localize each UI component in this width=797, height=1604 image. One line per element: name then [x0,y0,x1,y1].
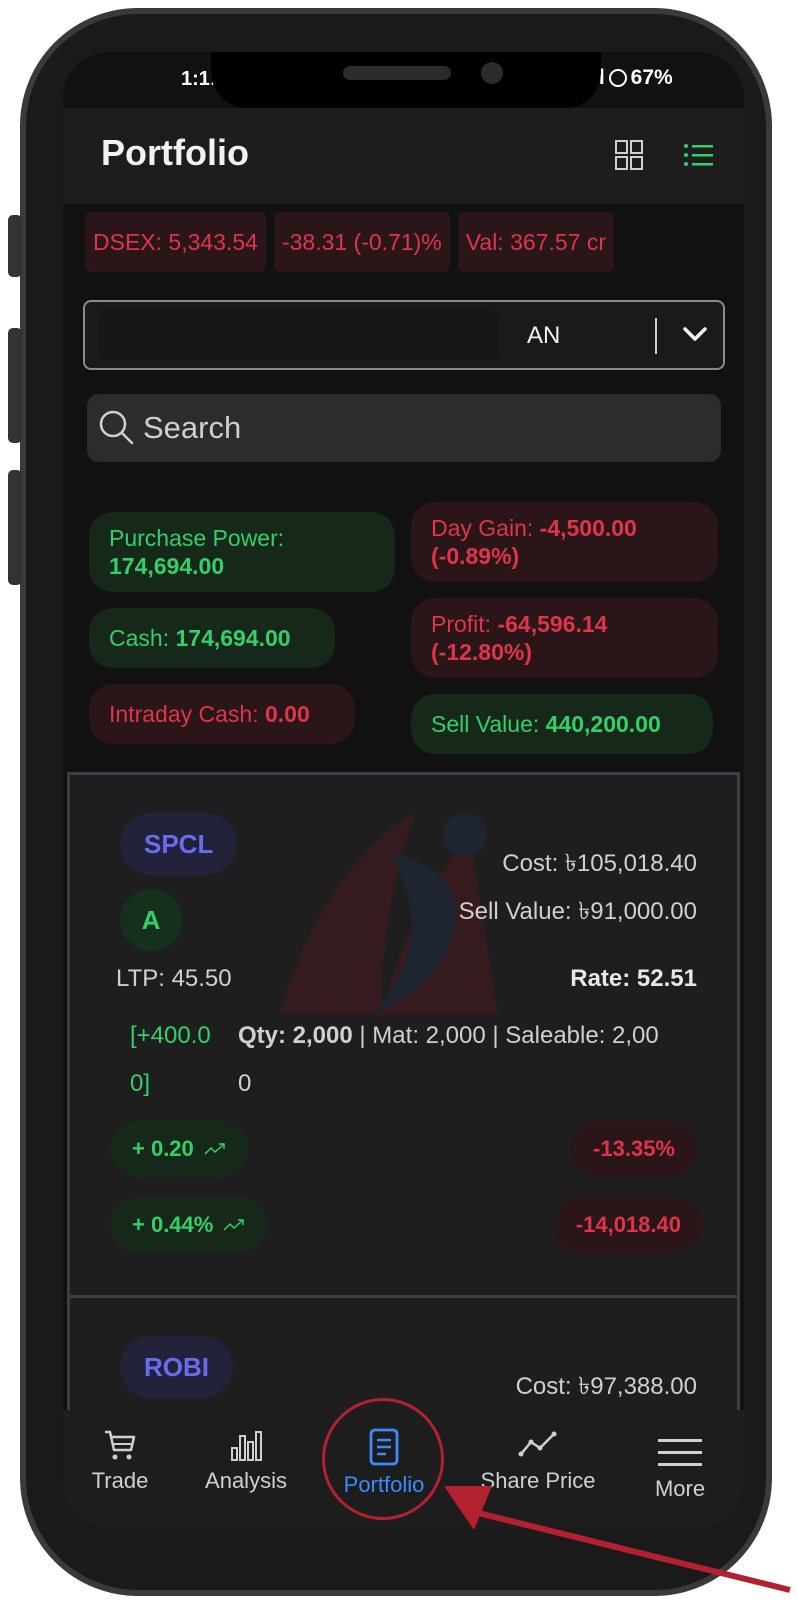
app-header: Portfolio [63,108,744,204]
day-gain-value: -4,500.00 [539,515,637,541]
sell-value-label: Sell Value: [431,711,540,737]
sell-value-value: 440,200.00 [545,711,661,737]
holding-gain: [+400.0 [130,1022,211,1049]
holding-quantity: Qty: 2,000 | Mat: 2,000 | Saleable: 2,00 [238,1022,659,1050]
speaker [343,66,451,80]
annotation-arrow [444,1486,791,1593]
dropdown-divider [655,318,657,354]
side-button [8,215,22,277]
holding-rate: Rate: 52.51 [570,965,697,992]
symbol-badge: ROBI [120,1336,233,1398]
loss-abs-pill: -14,018.40 [553,1197,703,1253]
qty-details: | Mat: 2,000 | Saleable: 2,00 [359,1022,659,1049]
symbol-badge: SPCL [120,813,238,875]
holding-ltp: LTP: 45.50 [116,965,232,992]
change-abs: + 0.20 [132,1136,194,1161]
battery-level: 67% [630,66,673,89]
cash-value: 174,694.00 [175,625,291,651]
change-abs-pill: + 0.20 [110,1121,248,1177]
side-button [8,328,22,443]
nav-label-trade: Trade [91,1468,149,1493]
intraday-cash-value: 0.00 [264,701,310,727]
day-gain-chip: Day Gain: -4,500.00 (-0.89%) [411,502,718,582]
holding-cost: Cost: ৳105,018.40 [502,850,697,877]
list-view-icon[interactable] [683,142,713,168]
profit-value: -64,596.14 [497,611,608,637]
profit-pct: (-12.80%) [431,639,532,665]
day-gain-label: Day Gain: [431,515,534,541]
change-pct: + 0.44% [132,1212,214,1237]
cart-icon [105,1430,136,1460]
cash-chip: Cash: 174,694.00 [89,608,335,668]
purchase-power-label: Purchase Power: [109,525,285,551]
change-pct-pill: + 0.44% [110,1197,268,1253]
index-ticker: DSEX: 5,343.54 [85,212,266,272]
side-button [8,470,22,585]
nav-label-analysis: Analysis [205,1468,287,1493]
bar-chart-icon [231,1431,262,1461]
qty-label: Qty: 2,000 [238,1022,353,1049]
sell-value-chip: Sell Value: 440,200.00 [411,694,713,754]
holding-cost: Cost: ৳97,388.00 [515,1373,697,1400]
notch [211,52,601,108]
account-dropdown[interactable]: AN [83,300,725,370]
chevron-down-icon[interactable] [681,318,709,350]
page-title: Portfolio [101,132,249,173]
annotation-circle [322,1398,444,1520]
profit-label: Profit: [431,611,492,637]
loss-pct-pill: -13.35% [571,1121,697,1177]
trending-up-icon [223,1219,245,1231]
profit-chip: Profit: -64,596.14 (-12.80%) [411,598,718,678]
search-placeholder: Search [143,410,242,445]
search-input[interactable]: Search [87,394,721,462]
qty-details-cont: 0 [238,1070,252,1097]
battery-icon [608,69,627,87]
camera [481,62,503,84]
nav-item-analysis[interactable]: Analysis [181,1428,311,1494]
grid-view-icon[interactable] [615,140,643,170]
phone-screen: 1:1! ıl 67% Portfolio DSEX: 5,343.54 -38… [63,52,744,1528]
holding-card[interactable]: SPCL Cost: ৳105,018.40 A Sell Value: ৳91… [67,772,740,1298]
holding-gain-cont: 0] [130,1070,151,1097]
status-indicators: ıl 67% [593,66,673,90]
holding-sell-value: Sell Value: ৳91,000.00 [458,898,697,925]
search-icon [99,410,134,445]
market-value: Val: 367.57 cr [457,212,614,272]
purchase-power-chip: Purchase Power: 174,694.00 [89,512,395,592]
day-gain-pct: (-0.89%) [431,543,520,569]
category-badge: A [120,889,182,951]
intraday-cash-chip: Intraday Cash: 0.00 [89,684,355,744]
purchase-power-value: 174,694.00 [109,553,225,579]
cash-label: Cash: [109,625,170,651]
trending-up-icon [204,1143,225,1155]
index-change: -38.31 (-0.71)% [273,212,450,272]
market-ticker: DSEX: 5,343.54 -38.31 (-0.71)% Val: 367.… [85,212,614,272]
account-name: AN [527,322,561,349]
account-name-redacted [99,310,499,360]
nav-item-trade[interactable]: Trade [63,1428,185,1494]
intraday-cash-label: Intraday Cash: [109,701,259,727]
